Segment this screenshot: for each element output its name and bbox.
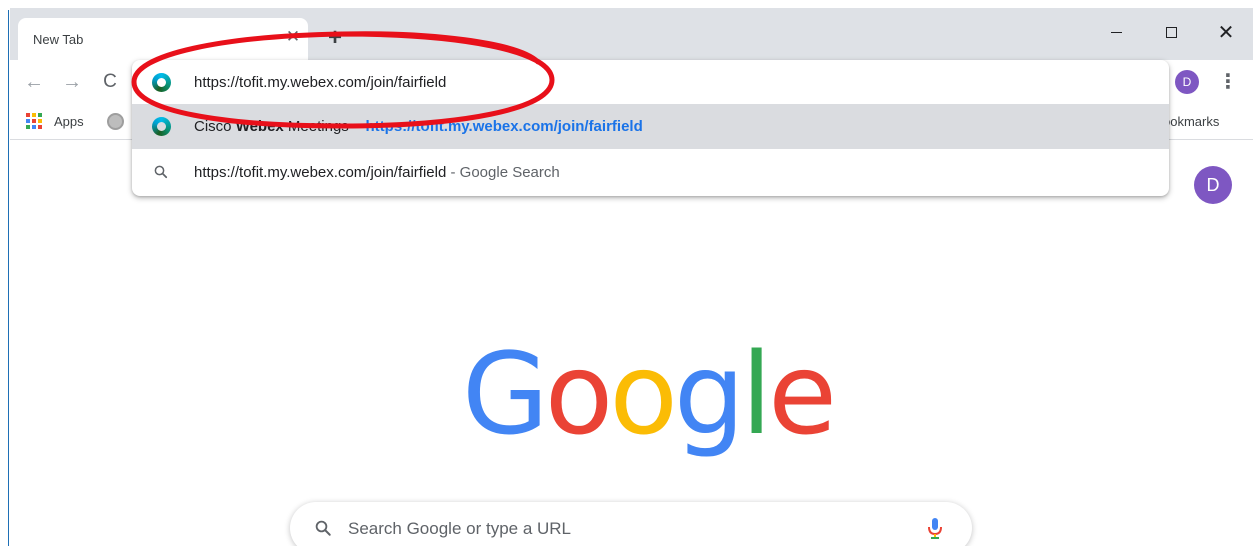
search-placeholder: Search Google or type a URL: [348, 519, 572, 538]
search-icon: [154, 165, 168, 179]
omnibox-dropdown: https://tofit.my.webex.com/join/fairfiel…: [132, 60, 1169, 196]
maximize-button[interactable]: [1148, 18, 1194, 48]
apps-grid-icon[interactable]: [26, 113, 42, 129]
webex-icon: [152, 73, 171, 92]
account-avatar[interactable]: D: [1194, 166, 1232, 204]
apps-dot: [38, 119, 42, 123]
suggestion-rest: Meetings: [283, 118, 349, 135]
minimize-icon: [1110, 32, 1122, 33]
apps-bookmark[interactable]: Apps: [54, 114, 84, 129]
window-left-edge: [0, 10, 9, 546]
tab-close-icon[interactable]: ✕: [283, 27, 303, 47]
suggestion-bold: Webex: [235, 118, 284, 135]
close-window-button[interactable]: ✕: [1203, 18, 1249, 48]
apps-dot: [26, 113, 30, 117]
suggestion-text: Cisco Webex Meetings – https://tofit.my.…: [194, 118, 643, 135]
tab-new-tab[interactable]: New Tab ✕: [18, 18, 308, 60]
search-icon: [315, 520, 331, 536]
suggestion-webex-meetings[interactable]: Cisco Webex Meetings – https://tofit.my.…: [132, 104, 1169, 149]
omnibox-input-row[interactable]: https://tofit.my.webex.com/join/fairfiel…: [132, 60, 1169, 105]
new-tab-button[interactable]: +: [323, 26, 347, 51]
apps-dot: [32, 113, 36, 117]
minimize-button[interactable]: [1093, 18, 1139, 48]
logo-letter-o1: o: [544, 330, 614, 460]
apps-dot: [26, 125, 30, 129]
google-search-box[interactable]: Search Google or type a URL: [290, 502, 972, 546]
microphone-icon[interactable]: [926, 516, 944, 540]
suggestion-separator: –: [348, 118, 366, 135]
apps-dot: [32, 119, 36, 123]
logo-letter-g2: g: [673, 330, 745, 460]
logo-letter-g: G: [462, 330, 549, 460]
tab-strip: New Tab ✕ + ✕: [10, 8, 1253, 60]
logo-letter-e: e: [768, 330, 837, 460]
tab-title: New Tab: [33, 32, 84, 47]
google-logo: Google: [462, 330, 837, 460]
forward-arrow-icon[interactable]: →: [60, 70, 84, 94]
suggestion-text: https://tofit.my.webex.com/join/fairfiel…: [194, 164, 560, 181]
address-input[interactable]: https://tofit.my.webex.com/join/fairfiel…: [194, 74, 446, 91]
apps-dot: [26, 119, 30, 123]
reload-icon[interactable]: C: [98, 70, 122, 94]
logo-letter-l: l: [740, 330, 772, 460]
suggestion-separator: -: [446, 164, 460, 181]
suggestion-source: Google Search: [459, 164, 560, 181]
apps-dot: [38, 125, 42, 129]
close-icon: ✕: [1217, 22, 1235, 44]
globe-icon[interactable]: [107, 113, 124, 130]
suggestion-google-search[interactable]: https://tofit.my.webex.com/join/fairfiel…: [132, 150, 1169, 195]
webex-icon: [152, 117, 171, 136]
other-bookmarks[interactable]: ookmarks: [1163, 114, 1243, 129]
menu-dots-icon[interactable]: ⋮: [1218, 68, 1238, 96]
suggestion-query: https://tofit.my.webex.com/join/fairfiel…: [194, 164, 447, 181]
apps-dot: [38, 113, 42, 117]
suggestion-prefix: Cisco: [194, 118, 236, 135]
suggestion-url: https://tofit.my.webex.com/join/fairfiel…: [365, 118, 643, 135]
maximize-icon: [1165, 27, 1177, 38]
apps-dot: [32, 125, 36, 129]
logo-letter-o2: o: [609, 330, 678, 460]
profile-avatar[interactable]: D: [1175, 70, 1199, 94]
back-arrow-icon[interactable]: ←: [22, 70, 46, 94]
